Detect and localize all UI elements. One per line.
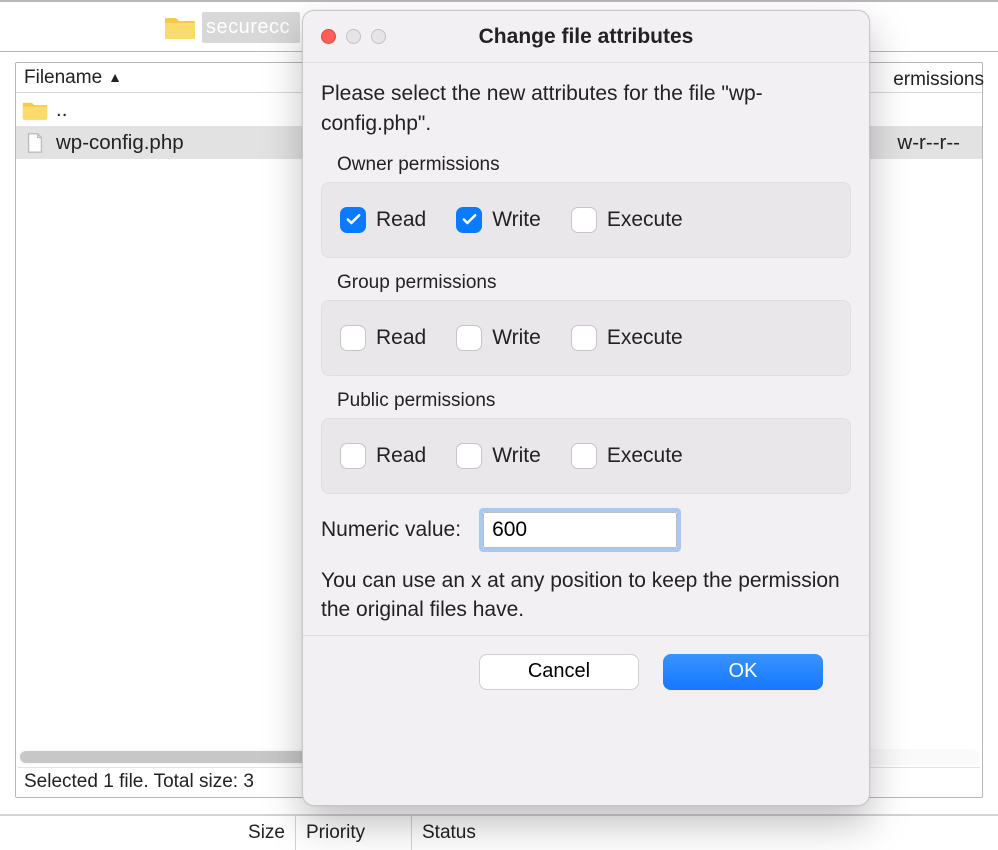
- public-section-label: Public permissions: [337, 390, 851, 412]
- checkbox-label: Write: [492, 326, 541, 350]
- checkbox-label: Execute: [607, 208, 683, 232]
- numeric-value-label: Numeric value:: [321, 518, 461, 542]
- checkbox-unchecked-icon[interactable]: [571, 443, 597, 469]
- dialog-instruction: Please select the new attributes for the…: [321, 79, 851, 140]
- owner-execute-option[interactable]: Execute: [571, 207, 683, 233]
- checkbox-label: Write: [492, 208, 541, 232]
- breadcrumb-label: securecc: [202, 12, 300, 43]
- numeric-value-row: Numeric value:: [321, 508, 851, 552]
- column-priority[interactable]: Priority: [296, 816, 412, 850]
- numeric-value-input[interactable]: [483, 512, 677, 548]
- dialog-titlebar[interactable]: Change file attributes: [303, 11, 869, 63]
- checkbox-checked-icon[interactable]: [340, 207, 366, 233]
- checkbox-unchecked-icon[interactable]: [456, 325, 482, 351]
- file-permissions: w-r--r--: [897, 131, 960, 155]
- close-icon[interactable]: [321, 29, 336, 44]
- group-write-option[interactable]: Write: [456, 325, 541, 351]
- dialog-body: Please select the new attributes for the…: [303, 63, 869, 690]
- minimize-icon: [346, 29, 361, 44]
- breadcrumb[interactable]: securecc: [164, 8, 300, 46]
- sort-ascending-icon: ▲: [108, 69, 122, 85]
- transfer-queue-header: Size Priority Status: [0, 814, 998, 850]
- owner-read-option[interactable]: Read: [340, 207, 426, 233]
- public-execute-option[interactable]: Execute: [571, 443, 683, 469]
- public-permissions-group: Read Write Execute: [321, 418, 851, 494]
- numeric-hint: You can use an x at any position to keep…: [321, 566, 851, 625]
- checkbox-unchecked-icon[interactable]: [571, 325, 597, 351]
- numeric-value-focus-ring: [479, 508, 681, 552]
- maximize-icon: [371, 29, 386, 44]
- dialog-title: Change file attributes: [303, 25, 869, 49]
- change-attributes-dialog: Change file attributes Please select the…: [302, 10, 870, 806]
- column-status[interactable]: Status: [412, 816, 998, 850]
- checkbox-label: Write: [492, 444, 541, 468]
- ok-button[interactable]: OK: [663, 654, 823, 690]
- checkbox-label: Execute: [607, 326, 683, 350]
- owner-section-label: Owner permissions: [337, 154, 851, 176]
- public-write-option[interactable]: Write: [456, 443, 541, 469]
- checkbox-label: Read: [376, 326, 426, 350]
- group-read-option[interactable]: Read: [340, 325, 426, 351]
- checkbox-unchecked-icon[interactable]: [571, 207, 597, 233]
- dialog-button-row: Cancel OK: [451, 636, 851, 690]
- folder-icon: [164, 14, 196, 40]
- cancel-button[interactable]: Cancel: [479, 654, 639, 690]
- checkbox-label: Execute: [607, 444, 683, 468]
- group-section-label: Group permissions: [337, 272, 851, 294]
- checkbox-label: Read: [376, 444, 426, 468]
- checkbox-label: Read: [376, 208, 426, 232]
- checkbox-unchecked-icon[interactable]: [340, 443, 366, 469]
- scroll-thumb[interactable]: [20, 751, 310, 763]
- window-controls: [321, 29, 386, 44]
- column-label: Filename: [24, 67, 102, 89]
- checkbox-checked-icon[interactable]: [456, 207, 482, 233]
- group-execute-option[interactable]: Execute: [571, 325, 683, 351]
- owner-write-option[interactable]: Write: [456, 207, 541, 233]
- checkbox-unchecked-icon[interactable]: [456, 443, 482, 469]
- checkbox-unchecked-icon[interactable]: [340, 325, 366, 351]
- column-size[interactable]: Size: [0, 816, 296, 850]
- folder-icon: [22, 99, 48, 121]
- group-permissions-group: Read Write Execute: [321, 300, 851, 376]
- file-icon: [22, 132, 48, 154]
- owner-permissions-group: Read Write Execute: [321, 182, 851, 258]
- public-read-option[interactable]: Read: [340, 443, 426, 469]
